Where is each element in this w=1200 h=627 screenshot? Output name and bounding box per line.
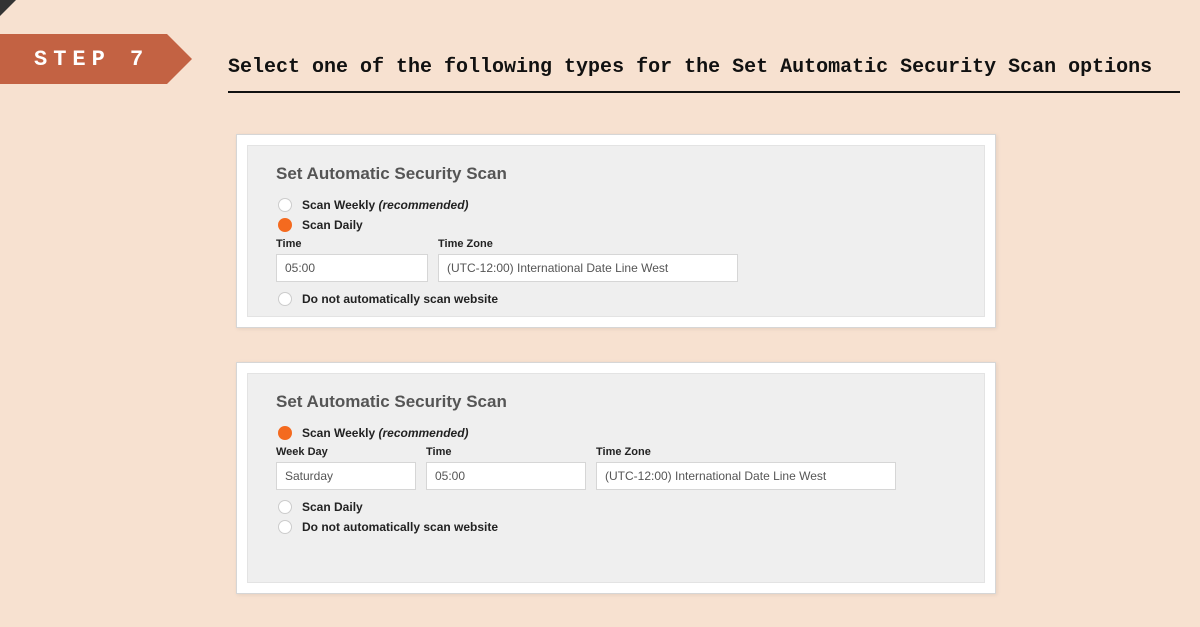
option-label: Scan Weekly [302, 198, 375, 212]
option-recommended: (recommended) [379, 198, 469, 212]
panel-scan-weekly: Set Automatic Security Scan Scan Weekly … [236, 362, 996, 594]
weekday-field: Week Day [276, 446, 416, 490]
field-label: Week Day [276, 446, 416, 458]
weekday-input[interactable] [276, 462, 416, 490]
option-scan-daily[interactable]: Scan Daily [276, 500, 956, 514]
panel-scan-daily: Set Automatic Security Scan Scan Weekly … [236, 134, 996, 328]
timezone-input[interactable] [438, 254, 738, 282]
option-label: Do not automatically scan website [302, 292, 498, 306]
option-label: Do not automatically scan website [302, 520, 498, 534]
time-input[interactable] [426, 462, 586, 490]
radio-icon [278, 218, 292, 232]
timezone-input[interactable] [596, 462, 896, 490]
option-do-not-scan[interactable]: Do not automatically scan website [276, 292, 956, 306]
field-label: Time [426, 446, 586, 458]
radio-icon [278, 426, 292, 440]
timezone-field: Time Zone [438, 238, 738, 282]
field-label: Time Zone [596, 446, 896, 458]
panel-inner: Set Automatic Security Scan Scan Weekly … [247, 373, 985, 583]
time-field: Time [426, 446, 586, 490]
panel-title: Set Automatic Security Scan [276, 164, 956, 184]
option-do-not-scan[interactable]: Do not automatically scan website [276, 520, 956, 534]
radio-icon [278, 198, 292, 212]
corner-fold-icon [0, 0, 16, 16]
option-recommended: (recommended) [379, 426, 469, 440]
field-row: Week Day Time Time Zone [276, 446, 956, 490]
field-label: Time Zone [438, 238, 738, 250]
option-label: Scan Daily [302, 500, 363, 514]
radio-icon [278, 520, 292, 534]
time-field: Time [276, 238, 428, 282]
option-label: Scan Daily [302, 218, 363, 232]
panel-inner: Set Automatic Security Scan Scan Weekly … [247, 145, 985, 317]
time-input[interactable] [276, 254, 428, 282]
step-label: STEP 7 [34, 47, 149, 72]
header-instruction: Select one of the following types for th… [228, 56, 1180, 93]
panel-title: Set Automatic Security Scan [276, 392, 956, 412]
radio-icon [278, 292, 292, 306]
step-badge: STEP 7 [0, 34, 167, 84]
header: STEP 7 Select one of the following types… [0, 34, 1190, 94]
field-row: Time Time Zone [276, 238, 956, 282]
option-label: Scan Weekly [302, 426, 375, 440]
option-scan-daily[interactable]: Scan Daily [276, 218, 956, 232]
radio-icon [278, 500, 292, 514]
option-scan-weekly[interactable]: Scan Weekly (recommended) [276, 426, 956, 440]
timezone-field: Time Zone [596, 446, 896, 490]
field-label: Time [276, 238, 428, 250]
option-scan-weekly[interactable]: Scan Weekly (recommended) [276, 198, 956, 212]
